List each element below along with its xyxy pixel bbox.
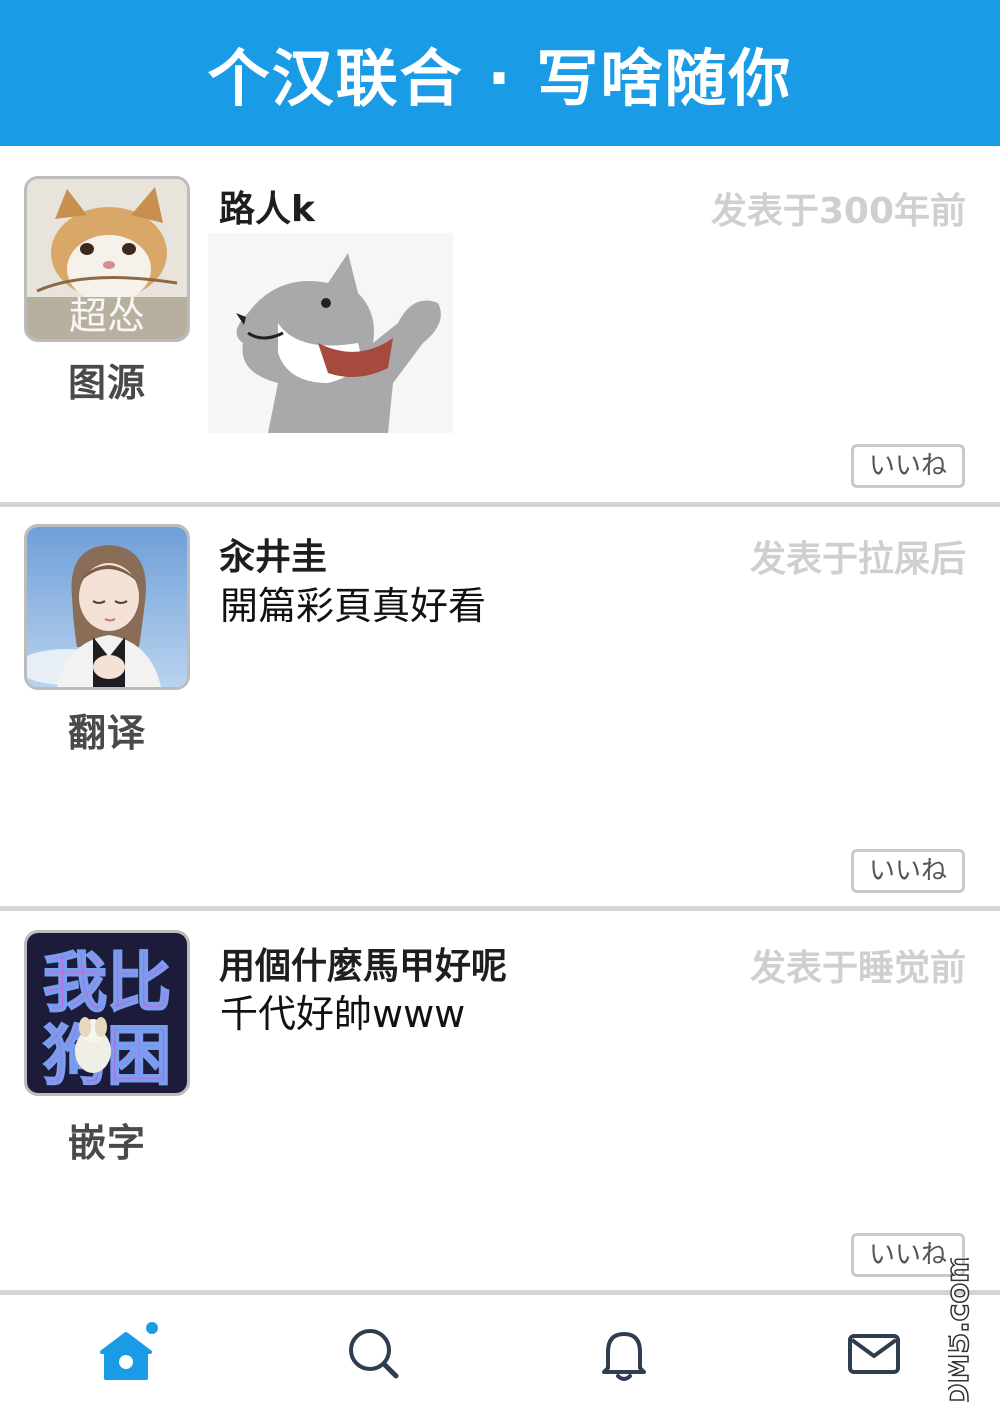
username[interactable]: 路人k [219, 180, 315, 232]
anime-avatar-image [27, 527, 187, 687]
post-timestamp: 发表于睡觉前 [749, 948, 966, 989]
cat-avatar-image: 超怂 [27, 179, 187, 339]
like-button[interactable]: いいね [851, 444, 965, 488]
app-header: 个汉联合 · 写啥随你 [0, 0, 1000, 146]
mail-icon [848, 1334, 900, 1374]
username[interactable]: 汆井圭 [219, 528, 327, 580]
bell-icon [602, 1332, 646, 1381]
avatar-caption: 超怂 [69, 294, 145, 338]
home-icon [100, 1322, 158, 1380]
tab-notifications[interactable] [584, 1314, 664, 1394]
tab-messages[interactable] [834, 1314, 914, 1394]
role-label: 嵌字 [67, 1120, 146, 1165]
role-label: 翻译 [67, 710, 146, 755]
post-text: 開篇彩頁真好看 [220, 584, 487, 628]
text-badge-avatar-image: 我比 狗困 [27, 933, 187, 1093]
post-timestamp: 发表于拉屎后 [749, 539, 966, 580]
site-watermark: DM5.com [940, 1251, 988, 1409]
search-icon [349, 1329, 399, 1379]
tab-search[interactable] [334, 1314, 414, 1394]
post-text: 千代好帥www [220, 992, 466, 1036]
tab-home[interactable] [86, 1314, 166, 1394]
post-divider [0, 906, 1000, 911]
avatar-anime[interactable] [24, 524, 190, 690]
watermark-text: DM5.com [948, 1258, 976, 1402]
dog-sticker [208, 233, 453, 433]
post-divider [0, 1290, 1000, 1295]
badge-line-1: 我比 [43, 947, 171, 1021]
avatar-text-badge[interactable]: 我比 狗困 [24, 930, 190, 1096]
avatar-cat[interactable]: 超怂 [24, 176, 190, 342]
header-title: 个汉联合 · 写啥随你 [207, 42, 793, 115]
bottom-tab-bar [0, 1296, 1000, 1414]
username[interactable]: 用個什麼馬甲好呢 [219, 937, 507, 989]
role-label: 图源 [67, 360, 146, 405]
post-timestamp: 发表于300年前 [710, 191, 966, 232]
like-button[interactable]: いいね [851, 849, 965, 893]
post-divider [0, 502, 1000, 507]
